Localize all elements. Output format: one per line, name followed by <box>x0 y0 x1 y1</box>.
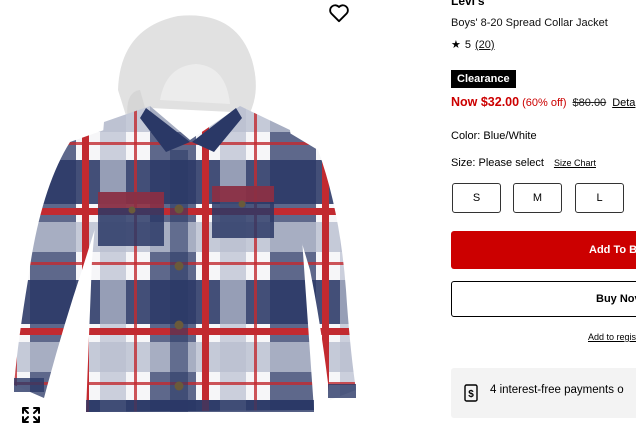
product-details: Levi's Boys' 8-20 Spread Collar Jacket ★… <box>451 0 636 438</box>
product-title: Boys' 8-20 Spread Collar Jacket <box>451 17 608 29</box>
price-details-link[interactable]: Deta <box>612 97 635 109</box>
size-row: Size: Please select Size Chart <box>451 157 596 169</box>
size-label: Size: Please select <box>451 157 544 169</box>
size-chart-link[interactable]: Size Chart <box>554 158 596 168</box>
expand-arrows-icon[interactable] <box>20 405 42 425</box>
product-image[interactable] <box>0 0 440 438</box>
clearance-badge: Clearance <box>451 70 516 88</box>
size-option-m[interactable]: M <box>513 183 562 213</box>
size-option-l[interactable]: L <box>575 183 624 213</box>
add-to-registry-link[interactable]: Add to regis <box>588 332 636 342</box>
dollar-sign-icon: $ <box>464 384 478 402</box>
price-row: Now $32.00 (60% off) $80.00 Deta <box>451 95 635 109</box>
review-count-link[interactable]: (20) <box>475 39 495 51</box>
rating: ★ 5 (20) <box>451 38 495 52</box>
star-icon: ★ <box>451 39 461 51</box>
color-label: Color: Blue/White <box>451 130 537 142</box>
buy-now-button[interactable]: Buy Nov <box>451 281 636 317</box>
add-to-bag-button[interactable]: Add To Ba <box>451 231 636 269</box>
size-option-s[interactable]: S <box>452 183 501 213</box>
installments-banner[interactable]: $ 4 interest-free payments o <box>451 368 636 418</box>
wishlist-heart-icon[interactable] <box>328 3 350 23</box>
brand-name[interactable]: Levi's <box>451 0 485 8</box>
rating-value: 5 <box>464 38 471 51</box>
original-price: $80.00 <box>572 97 607 109</box>
svg-text:$: $ <box>468 389 474 400</box>
sale-price: Now $32.00 <box>451 95 520 109</box>
installments-text: 4 interest-free payments o <box>490 384 624 396</box>
product-image-pane <box>0 0 440 438</box>
discount-percent: (60% off) <box>522 97 567 109</box>
